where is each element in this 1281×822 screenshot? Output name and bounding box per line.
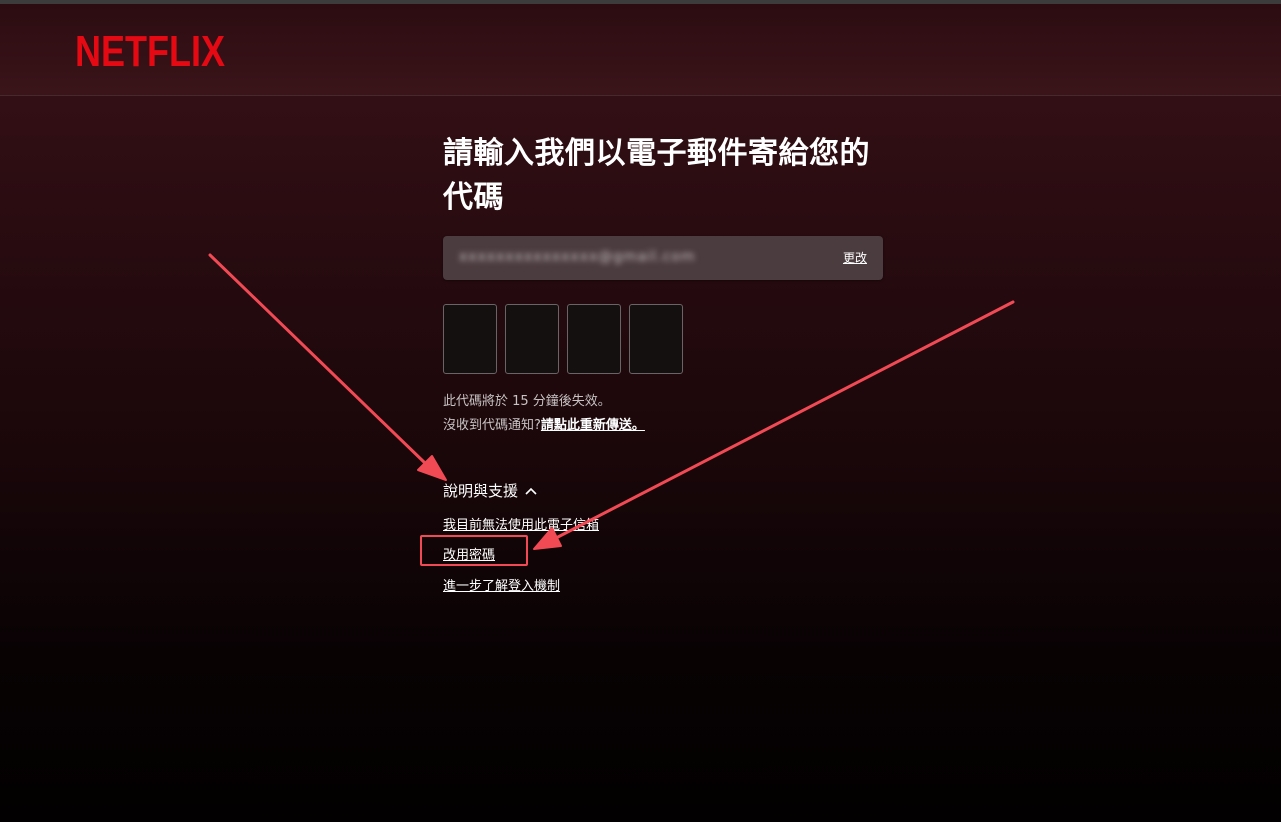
email-display-box: xxxxxxxxxxxxxxx@gmail.com 更改: [443, 236, 883, 280]
resend-code-link[interactable]: 請點此重新傳送。: [541, 418, 645, 433]
code-digit-input-3[interactable]: [567, 304, 621, 374]
annotation-highlight-box: [420, 535, 528, 566]
site-header: NETFLIX: [0, 4, 1281, 96]
netflix-logo[interactable]: NETFLIX: [75, 26, 225, 72]
annotation-arrows: [208, 253, 1015, 550]
help-support-toggle[interactable]: 說明與支援: [443, 480, 538, 501]
change-email-link[interactable]: 更改: [843, 249, 867, 266]
logo-text: NETFLIX: [75, 27, 225, 72]
email-address: xxxxxxxxxxxxxxx@gmail.com: [459, 249, 696, 265]
not-received-text: 沒收到代碼通知?: [443, 418, 541, 433]
code-expiry-text: 此代碼將於 15 分鐘後失效。: [443, 394, 611, 409]
code-input-group: [443, 304, 683, 374]
resend-line: 沒收到代碼通知?請點此重新傳送。: [443, 414, 645, 433]
annotation-arrow-left: [208, 253, 447, 481]
chevron-up-icon: [525, 487, 537, 495]
code-digit-input-1[interactable]: [443, 304, 497, 374]
learn-more-signin-link[interactable]: 進一步了解登入機制: [443, 575, 560, 594]
code-digit-input-4[interactable]: [629, 304, 683, 374]
help-toggle-label: 說明與支援: [443, 482, 519, 500]
cannot-use-email-link[interactable]: 我目前無法使用此電子信箱: [443, 514, 599, 533]
code-digit-input-2[interactable]: [505, 304, 559, 374]
page-title: 請輸入我們以電子郵件寄給您的代碼: [443, 136, 870, 215]
